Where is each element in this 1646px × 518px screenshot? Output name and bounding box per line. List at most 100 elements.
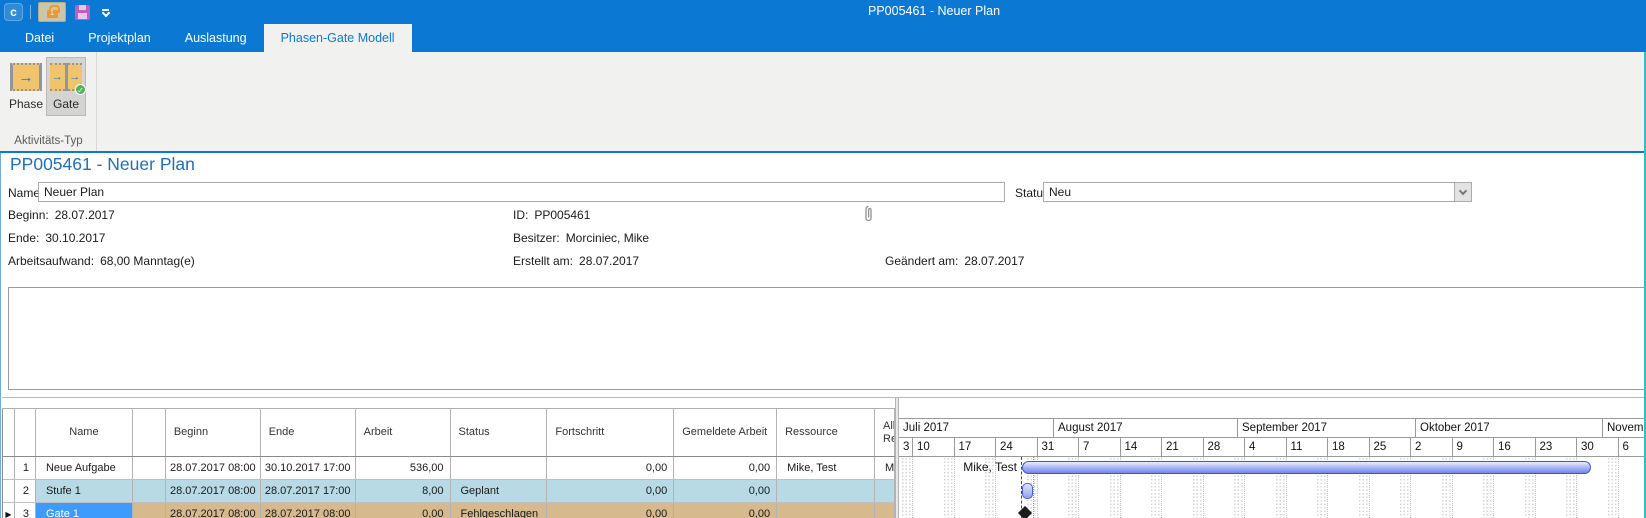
cell-name[interactable]: Stufe 1: [36, 480, 133, 502]
gantt-month-cell: September 2017: [1238, 419, 1416, 437]
column-header-arbeit[interactable]: Arbeit: [356, 409, 451, 456]
cell-gemeldet[interactable]: 0,00: [674, 480, 777, 502]
column-header-ende[interactable]: Ende: [261, 409, 356, 456]
gantt-week-cell: 9: [1453, 438, 1495, 456]
cell-indicator[interactable]: [3, 457, 15, 479]
cell-status[interactable]: Geplant: [451, 480, 548, 502]
cell-fortschritt[interactable]: 0,00: [547, 480, 674, 502]
gantt-week-cell: 24: [996, 438, 1038, 456]
field-geaendert-am: Geändert am: 28.07.2017: [885, 254, 1024, 268]
field-id: ID:PP005461: [513, 208, 590, 222]
cell-arbeit[interactable]: 536,00: [356, 457, 451, 479]
column-header-name[interactable]: Name: [36, 409, 133, 456]
table-row[interactable]: ▶3Gate 1 28.07.2017 08:0028.07.2017 08:00…: [3, 503, 895, 518]
cell-name[interactable]: Neue Aufgabe: [36, 457, 133, 479]
field-beginn: Beginn:28.07.2017: [8, 208, 115, 222]
gantt-week-cell: 3: [899, 438, 913, 456]
cell-alle[interactable]: Mik: [875, 457, 895, 479]
column-header-num[interactable]: [15, 409, 36, 456]
gantt-week-cell: 10: [913, 438, 955, 456]
cell-num[interactable]: 3: [15, 503, 36, 518]
tab-auslastung[interactable]: Auslastung: [168, 24, 264, 52]
table-row[interactable]: 1Neue Aufgabe 28.07.2017 08:0030.10.2017 …: [3, 457, 895, 480]
gantt-month-cell: August 2017: [1054, 419, 1238, 437]
table-body: 1Neue Aufgabe28.07.2017 08:0030.10.2017 …: [3, 457, 895, 518]
cell-spacer[interactable]: [133, 503, 166, 518]
gantt-week-cell: 14: [1121, 438, 1163, 456]
aufwand-value: 68,00 Manntag(e): [100, 254, 195, 268]
gantt-month-cell: Oktober 2017: [1416, 419, 1603, 437]
tab-phasen-gate-modell[interactable]: Phasen-Gate Modell: [264, 24, 412, 52]
cell-indicator[interactable]: ▶: [3, 503, 15, 518]
customize-toolbar-button[interactable]: [102, 9, 109, 16]
tab-projektplan[interactable]: Projektplan: [71, 24, 168, 52]
besitzer-value: Morciniec, Mike: [566, 231, 649, 245]
geaendert-label: Geändert am:: [885, 254, 958, 268]
description-textarea[interactable]: [8, 287, 1646, 390]
cell-beginn[interactable]: 28.07.2017 08:00: [166, 457, 261, 479]
table-row[interactable]: 2Stufe 1 28.07.2017 08:0028.07.2017 17:00…: [3, 480, 895, 503]
cell-ressource[interactable]: Mike, Test: [777, 457, 875, 479]
column-header-spacer[interactable]: [133, 409, 166, 456]
cell-ressource[interactable]: [777, 503, 875, 518]
cell-ressource[interactable]: [777, 480, 875, 502]
cell-arbeit[interactable]: 8,00: [356, 480, 451, 502]
field-arbeitsaufwand: Arbeitsaufwand:68,00 Manntag(e): [8, 254, 195, 268]
table-header-row: Name BeginnEndeArbeitStatusFortschrittGem…: [3, 409, 895, 457]
column-header-fortschritt[interactable]: Fortschritt: [547, 409, 674, 456]
app-logo-icon[interactable]: c: [4, 3, 23, 21]
name-input[interactable]: [38, 182, 1005, 202]
cell-fortschritt[interactable]: 0,00: [547, 457, 674, 479]
cell-arbeit[interactable]: 0,00: [356, 503, 451, 518]
gantt-body: Mike, Test: [899, 457, 1646, 518]
gate-button[interactable]: → → ✓ Gate: [46, 57, 86, 116]
titlebar: c PP005461 - Neuer Plan: [0, 0, 1646, 24]
gantt-week-cell: 16: [1494, 438, 1536, 456]
name-label: Name: [8, 186, 40, 200]
save-button[interactable]: [73, 3, 91, 21]
cell-num[interactable]: 2: [15, 480, 36, 502]
cell-spacer[interactable]: [133, 480, 166, 502]
cell-beginn[interactable]: 28.07.2017 08:00: [166, 480, 261, 502]
cell-fortschritt[interactable]: 0,00: [547, 503, 674, 518]
attachment-icon[interactable]: [863, 205, 874, 223]
window-edge-left: [0, 153, 1, 518]
ribbon-group-aktivitaets-typ: → Phase → → ✓ Gate Aktivitäts-Typ: [0, 52, 97, 151]
gantt-stage-bar[interactable]: [1022, 483, 1033, 499]
cell-num[interactable]: 1: [15, 457, 36, 479]
status-dropdown[interactable]: Neu: [1043, 182, 1472, 202]
gantt-task-bar[interactable]: [1022, 461, 1591, 474]
quick-access-toolbar: c: [4, 0, 109, 24]
gantt-week-cell: 30: [1577, 438, 1619, 456]
gantt-bar-resource-label: Mike, Test: [899, 460, 1017, 474]
tab-datei[interactable]: Datei: [8, 24, 71, 52]
column-header-indicator[interactable]: [3, 409, 15, 456]
gantt-week-cell: 17: [955, 438, 997, 456]
geaendert-value: 28.07.2017: [964, 254, 1024, 268]
column-header-beginn[interactable]: Beginn: [166, 409, 261, 456]
cell-status[interactable]: Fehlgeschlagen: [451, 503, 548, 518]
lock-button[interactable]: [38, 2, 66, 22]
cell-status[interactable]: [451, 457, 548, 479]
column-header-alle[interactable]: Alle Re: [875, 409, 895, 456]
beginn-label: Beginn:: [8, 208, 49, 222]
column-header-gemeldet[interactable]: Gemeldete Arbeit: [674, 409, 777, 456]
cell-spacer[interactable]: [133, 457, 166, 479]
cell-gemeldet[interactable]: 0,00: [674, 503, 777, 518]
gantt-month-cell: Juli 2017: [899, 419, 1054, 437]
cell-alle[interactable]: [875, 503, 895, 518]
phase-button[interactable]: → Phase: [6, 57, 46, 116]
column-header-ressource[interactable]: Ressource: [777, 409, 875, 456]
cell-ende[interactable]: 28.07.2017 08:00: [261, 503, 356, 518]
cell-beginn[interactable]: 28.07.2017 08:00: [166, 503, 261, 518]
column-header-status[interactable]: Status: [451, 409, 548, 456]
cell-name[interactable]: Gate 1: [36, 503, 133, 518]
cell-indicator[interactable]: [3, 480, 15, 502]
status-dropdown-button[interactable]: [1454, 183, 1471, 201]
cell-ende[interactable]: 30.10.2017 17:00: [261, 457, 356, 479]
cell-alle[interactable]: [875, 480, 895, 502]
status-value: Neu: [1044, 183, 1454, 201]
cell-ende[interactable]: 28.07.2017 17:00: [261, 480, 356, 502]
cell-gemeldet[interactable]: 0,00: [674, 457, 777, 479]
current-row-indicator-icon: ▶: [3, 510, 14, 518]
